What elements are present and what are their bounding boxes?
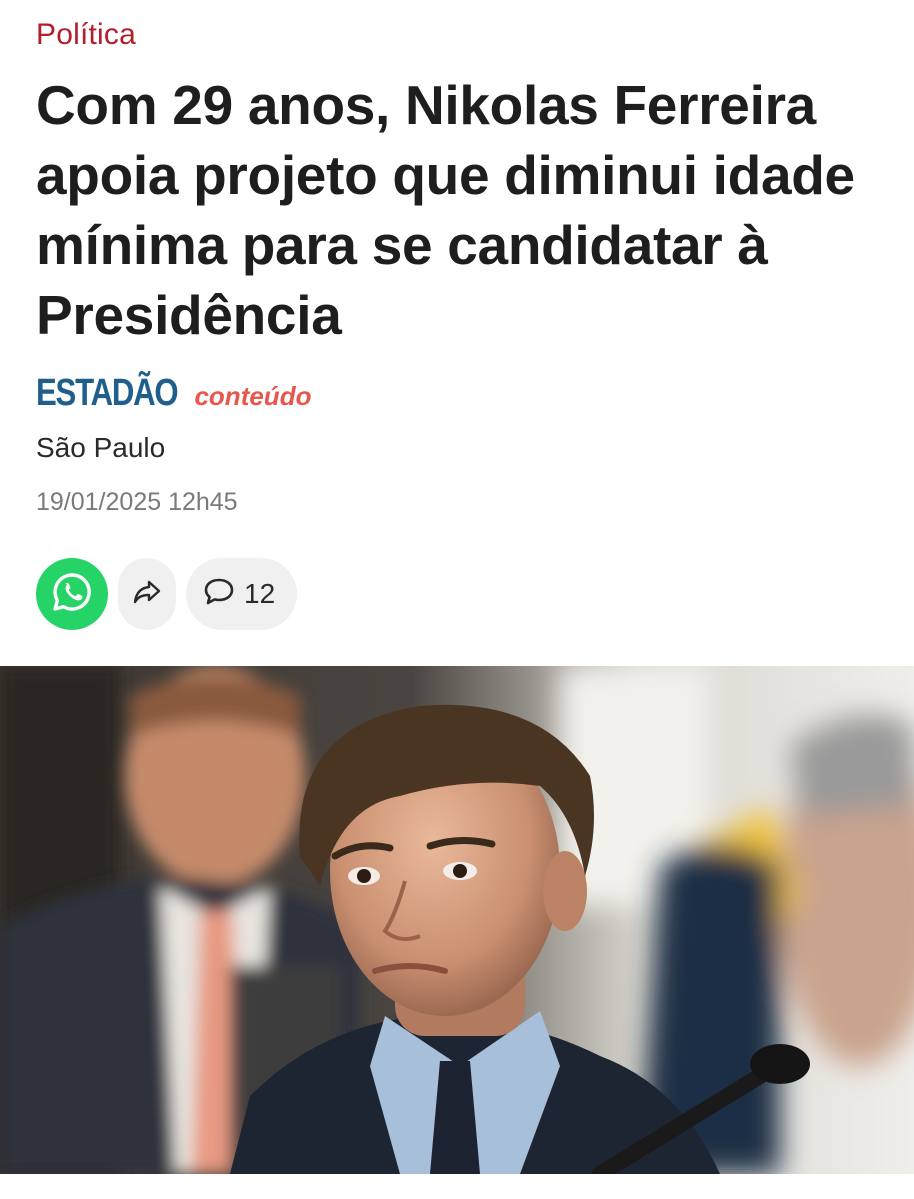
speech-bubble-icon: [202, 576, 236, 613]
source-tag: conteúdo: [194, 381, 312, 411]
headline: Com 29 anos, Nikolas Ferreira apoia proj…: [36, 74, 855, 346]
share-arrow-icon: [131, 578, 163, 611]
comments-button[interactable]: 12: [186, 558, 298, 630]
whatsapp-share-button[interactable]: [36, 558, 108, 630]
location: São Paulo: [36, 432, 166, 463]
timestamp: 19/01/2025 12h45: [36, 488, 238, 516]
whatsapp-icon: [50, 570, 94, 619]
source-logo: ESTADÃO: [36, 372, 179, 414]
category-label[interactable]: Política: [36, 18, 136, 52]
article: Política Com 29 anos, Nikolas Ferreira a…: [0, 0, 914, 1199]
share-button[interactable]: [118, 558, 176, 630]
action-bar: 12: [36, 558, 298, 630]
source-byline[interactable]: ESTADÃO conteúdo: [36, 372, 311, 415]
article-photo[interactable]: [0, 666, 914, 1174]
comment-count: 12: [244, 578, 276, 609]
